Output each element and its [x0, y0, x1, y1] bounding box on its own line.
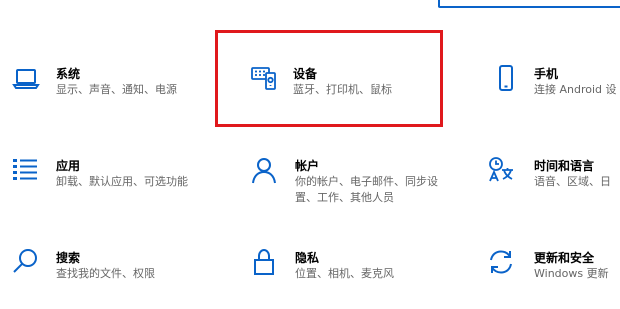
highlight-annotation: [215, 30, 443, 127]
settings-home: 系统 显示、声音、通知、电源 设备 蓝牙、打印机、鼠标 手机 连接 Androi…: [0, 0, 620, 309]
tile-search[interactable]: 搜索 查找我的文件、权限: [8, 244, 208, 294]
tile-apps-title: 应用: [56, 159, 81, 173]
tile-time-language[interactable]: 时间和语言 语音、区域、日: [484, 152, 620, 202]
tile-privacy[interactable]: 隐私 位置、相机、麦克风: [245, 244, 445, 294]
tile-system-title: 系统: [56, 67, 81, 81]
tile-privacy-desc: 位置、相机、麦克风: [295, 267, 394, 280]
lock-icon: [249, 247, 279, 277]
tile-time-language-desc: 语音、区域、日: [534, 175, 611, 188]
tile-phone-title: 手机: [534, 67, 559, 81]
tile-accounts-desc-line1: 你的帐户、电子邮件、同步设: [295, 175, 438, 188]
laptop-icon: [11, 63, 41, 93]
tile-phone-desc: 连接 Android 设: [534, 83, 617, 96]
person-icon: [249, 155, 279, 185]
search-icon: [10, 247, 40, 277]
tile-update-security[interactable]: 更新和安全 Windows 更新: [484, 244, 620, 294]
tile-search-title: 搜索: [56, 251, 81, 265]
tile-update-security-title: 更新和安全: [534, 251, 595, 265]
tile-accounts-desc-line2: 置、工作、其他人员: [295, 191, 394, 204]
tile-apps-desc: 卸载、默认应用、可选功能: [56, 175, 188, 188]
tile-privacy-title: 隐私: [295, 251, 320, 265]
phone-icon: [491, 63, 521, 93]
tile-system[interactable]: 系统 显示、声音、通知、电源: [8, 60, 208, 110]
tile-phone[interactable]: 手机 连接 Android 设: [488, 60, 620, 110]
tile-search-desc: 查找我的文件、权限: [56, 267, 155, 280]
apps-list-icon: [10, 155, 40, 185]
sync-icon: [486, 247, 516, 277]
tile-accounts-title: 帐户: [295, 159, 320, 173]
time-language-icon: [486, 155, 516, 185]
tile-time-language-title: 时间和语言: [534, 159, 595, 173]
tile-update-security-desc: Windows 更新: [534, 267, 609, 280]
tile-apps[interactable]: 应用 卸载、默认应用、可选功能: [8, 152, 208, 202]
search-box[interactable]: [438, 0, 620, 8]
tile-system-desc: 显示、声音、通知、电源: [56, 83, 177, 96]
tile-accounts[interactable]: 帐户 你的帐户、电子邮件、同步设 置、工作、其他人员: [245, 152, 445, 212]
